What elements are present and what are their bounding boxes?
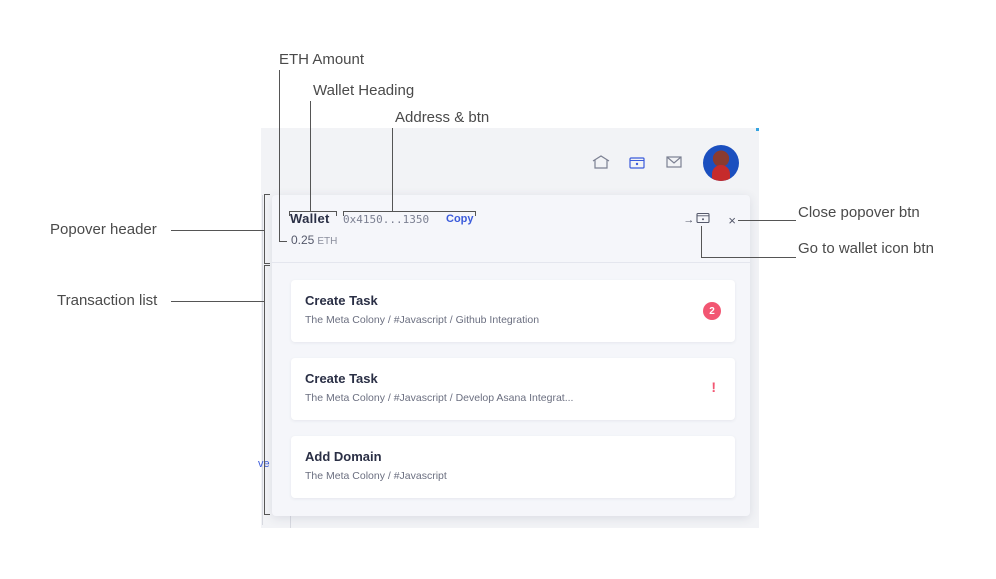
- inbox-icon[interactable]: [665, 155, 683, 169]
- leader-line: [475, 211, 476, 216]
- annotation-address-btn: Address & btn: [395, 109, 490, 126]
- wallet-icon[interactable]: [628, 154, 646, 170]
- leader-line: [738, 220, 796, 221]
- leader-line: [310, 101, 311, 211]
- annotation-wallet-heading: Wallet Heading: [313, 82, 415, 99]
- leader-line: [264, 194, 270, 195]
- leader-line: [392, 128, 393, 211]
- leader-line: [171, 230, 264, 231]
- annotation-transaction-list: Transaction list: [57, 292, 158, 309]
- eth-amount: 0.25 ETH: [291, 233, 337, 247]
- wallet-popover: Wallet 0x4150...1350 Copy 0.25 ETH → × Cr…: [272, 195, 750, 516]
- leader-line: [289, 211, 290, 216]
- arrow-right-icon: →: [683, 214, 695, 226]
- home-icon[interactable]: [591, 154, 611, 170]
- wallet-icon: [696, 211, 710, 229]
- transaction-item[interactable]: Create Task The Meta Colony / #Javascrip…: [291, 358, 735, 420]
- leader-line: [264, 514, 270, 515]
- leader-line: [264, 263, 270, 264]
- leader-line: [336, 211, 337, 216]
- transaction-path: The Meta Colony / #Javascript / Develop …: [305, 392, 574, 404]
- leader-line: [264, 194, 265, 264]
- header-actions: → ×: [683, 211, 736, 229]
- leader-line: [701, 257, 796, 258]
- leader-line: [289, 211, 336, 212]
- transaction-item[interactable]: Create Task The Meta Colony / #Javascrip…: [291, 280, 735, 342]
- copy-address-button[interactable]: Copy: [446, 213, 474, 225]
- go-to-wallet-button[interactable]: →: [683, 211, 710, 229]
- alert-icon: !: [711, 379, 716, 395]
- leader-line: [701, 226, 702, 258]
- transaction-title: Add Domain: [305, 449, 382, 464]
- wallet-address: 0x4150...1350: [343, 213, 430, 226]
- annotation-close-popover: Close popover btn: [798, 204, 920, 221]
- leader-line: [279, 70, 280, 242]
- annotation-eth-amount: ETH Amount: [279, 51, 365, 68]
- leader-line: [171, 301, 264, 302]
- transaction-path: The Meta Colony / #Javascript: [305, 470, 447, 482]
- eth-value: 0.25: [291, 233, 315, 247]
- transaction-title: Create Task: [305, 371, 378, 386]
- leader-line: [264, 265, 270, 266]
- leader-line: [343, 211, 344, 216]
- leader-line: [343, 211, 476, 212]
- eth-unit: ETH: [317, 236, 338, 247]
- transaction-item[interactable]: Add Domain The Meta Colony / #Javascript: [291, 436, 735, 498]
- close-popover-button[interactable]: ×: [728, 213, 736, 228]
- transaction-title: Create Task: [305, 293, 378, 308]
- corner-marker: [756, 128, 759, 131]
- transaction-path: The Meta Colony / #Javascript / Github I…: [305, 314, 540, 326]
- leader-line: [279, 241, 287, 242]
- popover-header: Wallet 0x4150...1350 Copy 0.25 ETH → ×: [272, 195, 750, 263]
- avatar[interactable]: [703, 145, 739, 181]
- annotation-go-to-wallet: Go to wallet icon btn: [798, 240, 934, 257]
- annotation-popover-header: Popover header: [50, 221, 157, 238]
- leader-line: [264, 265, 265, 515]
- divider: [290, 514, 291, 528]
- notification-badge: 2: [703, 302, 721, 320]
- wallet-heading: Wallet: [290, 211, 330, 226]
